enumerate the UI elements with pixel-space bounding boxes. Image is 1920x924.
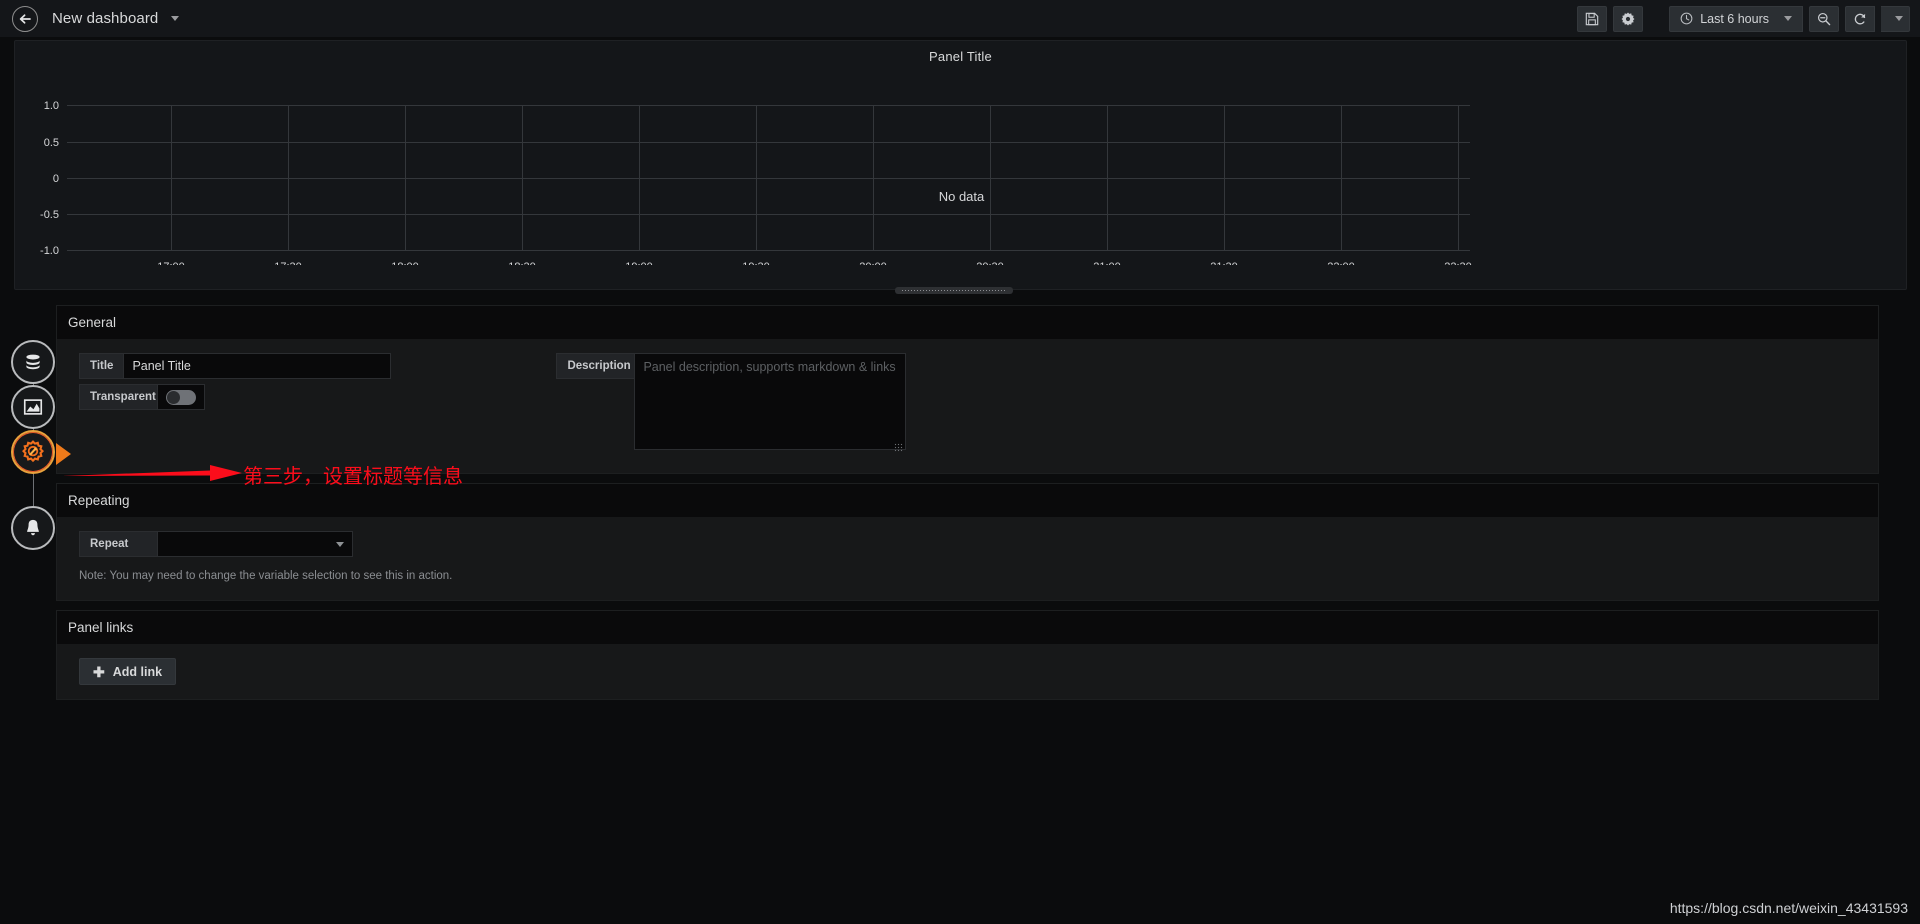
title-field: Title (79, 353, 392, 379)
sidebar-item-visualization[interactable] (11, 385, 55, 429)
repeat-note: Note: You may need to change the variabl… (79, 570, 453, 582)
section-general-header: General (57, 306, 1878, 339)
x-tick-label: 18:00 (391, 261, 419, 265)
chevron-down-icon (170, 16, 179, 21)
zoom-out-button[interactable] (1809, 5, 1839, 32)
sidebar-item-alert[interactable] (11, 506, 55, 550)
watermark: https://blog.csdn.net/weixin_43431593 (1669, 900, 1908, 916)
bell-icon (27, 519, 39, 536)
section-panel-links-header: Panel links (57, 611, 1878, 644)
x-tick-label: 20:00 (859, 261, 887, 265)
refresh-icon (1854, 13, 1866, 24)
transparent-field: Transparent (79, 384, 391, 410)
x-tick-label: 21:30 (1210, 261, 1238, 265)
panel-options-editor: General Title Transparent (56, 305, 1879, 709)
chevron-down-icon (336, 541, 344, 547)
database-icon (26, 354, 40, 370)
add-link-button[interactable]: ✚ Add link (79, 658, 177, 685)
time-range-label: Last 6 hours (1700, 11, 1769, 26)
graph-panel: Panel Title 1.0 0.5 0 -0.5 -1.0 No data (14, 40, 1907, 290)
dashboard-title[interactable]: New dashboard (52, 10, 179, 27)
toggle-knob (167, 390, 180, 404)
y-tick-label: -1.0 (40, 245, 59, 257)
repeat-select[interactable] (157, 531, 353, 557)
dashboard-title-text: New dashboard (52, 10, 159, 27)
description-field: Description (556, 353, 907, 455)
repeat-label: Repeat (79, 531, 157, 557)
gear-icon (1621, 12, 1635, 25)
zoom-out-icon (1817, 12, 1831, 25)
x-tick-label: 19:00 (625, 261, 653, 265)
x-tick-label: 22:30 (1444, 261, 1472, 265)
sidebar-item-general[interactable] (11, 430, 71, 474)
floppy-disk-icon (1585, 12, 1599, 25)
graph-panel-icon (23, 399, 43, 415)
annotation-arrow (62, 462, 242, 484)
section-repeating-body: Repeat Note: You may need to change the … (57, 517, 1878, 600)
repeat-field: Repeat (79, 531, 1878, 557)
title-input[interactable] (123, 353, 392, 379)
section-general-body: Title Transparent (57, 339, 1878, 473)
chevron-down-icon (1784, 16, 1792, 21)
x-tick-label: 21:00 (1093, 261, 1121, 265)
plus-icon: ✚ (93, 663, 105, 680)
navbar-actions: Last 6 hours (1577, 5, 1910, 32)
add-link-label: Add link (112, 664, 163, 679)
grafana-panel-editor: New dashboard Last 6 hours Panel Title 1… (0, 0, 1920, 924)
arrow-left-icon (19, 13, 31, 24)
section-general: General Title Transparent (56, 305, 1879, 474)
x-tick-label: 20:30 (976, 261, 1004, 265)
y-tick-label: 1.0 (44, 100, 59, 112)
plot-svg: 1.0 0.5 0 -0.5 -1.0 17:00 17:30 18:00 18… (40, 100, 1472, 265)
y-tick-label: -0.5 (40, 209, 59, 221)
x-tick-label: 17:30 (274, 261, 302, 265)
section-panel-links-body: ✚ Add link (57, 644, 1878, 699)
section-repeating: Repeating Repeat Note: You may need to c… (56, 483, 1879, 601)
x-tick-label: 19:30 (742, 261, 770, 265)
title-label: Title (79, 353, 124, 379)
x-tick-label: 18:30 (508, 261, 536, 265)
section-panel-links: Panel links ✚ Add link (56, 610, 1879, 700)
top-navbar: New dashboard Last 6 hours (0, 0, 1920, 38)
plot-area[interactable]: 1.0 0.5 0 -0.5 -1.0 17:00 17:30 18:00 18… (15, 67, 1908, 265)
x-tick-label: 22:00 (1327, 261, 1355, 265)
panel-editor-sidebar (11, 340, 71, 550)
panel-title: Panel Title (929, 49, 992, 64)
time-range-picker[interactable]: Last 6 hours (1669, 5, 1803, 32)
transparent-toggle[interactable] (166, 389, 196, 405)
gear-wrench-icon (22, 440, 44, 463)
y-tick-label: 0.5 (44, 137, 59, 149)
sidebar-item-queries[interactable] (11, 340, 55, 384)
refresh-interval-dropdown[interactable] (1881, 5, 1910, 32)
x-tick-label: 17:00 (157, 261, 185, 265)
dashboard-settings-button[interactable] (1613, 5, 1644, 32)
refresh-button[interactable] (1845, 5, 1875, 32)
save-dashboard-button[interactable] (1577, 5, 1608, 32)
back-button[interactable] (12, 5, 38, 32)
panel-resize-handle[interactable] (895, 287, 1013, 294)
chevron-down-icon (1895, 16, 1903, 21)
transparent-toggle-cell[interactable] (157, 384, 205, 410)
annotation-text: 第三步，设置标题等信息 (243, 464, 463, 488)
y-tick-label: 0 (53, 173, 59, 185)
right-arrow-icon (62, 465, 242, 481)
description-textarea[interactable] (634, 353, 907, 450)
clock-icon (1680, 12, 1693, 25)
general-fields-row: Title Transparent (57, 353, 1878, 455)
description-label: Description (556, 353, 635, 379)
no-data-message: No data (938, 189, 985, 204)
transparent-label: Transparent (79, 384, 157, 410)
